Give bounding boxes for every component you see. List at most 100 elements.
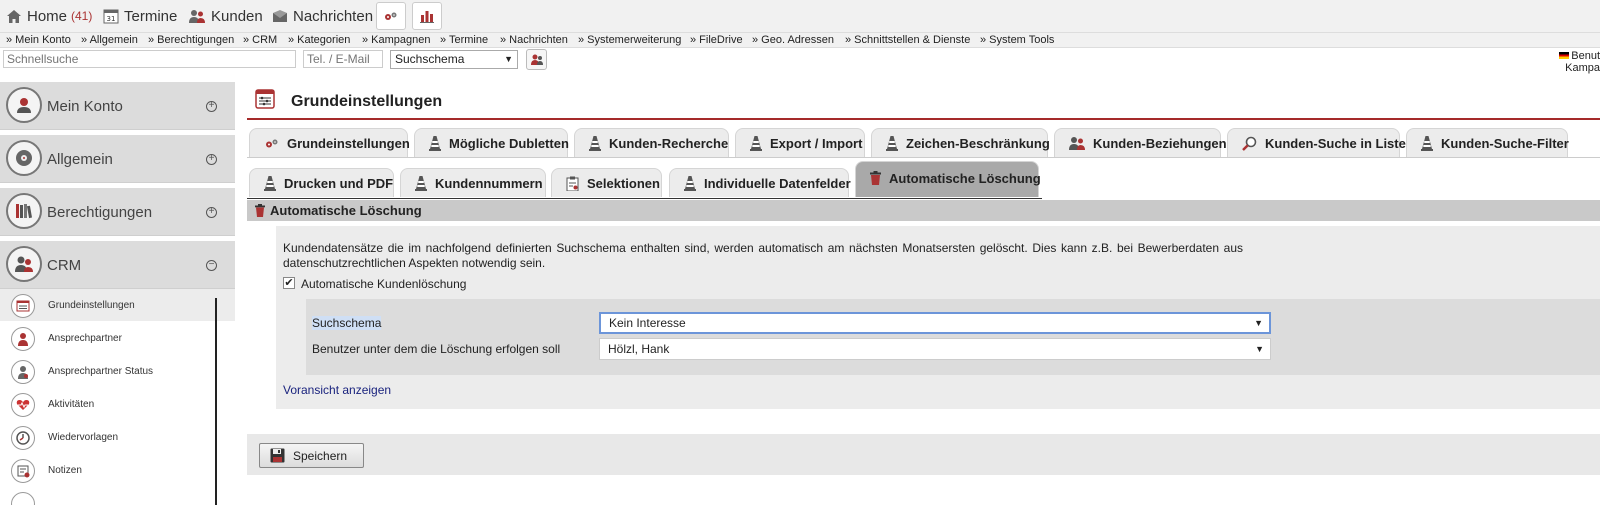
sidebar: Mein Konto + Allgemein + Berechtigungen … (0, 80, 236, 505)
sidebar-group-crm[interactable]: CRM − (0, 241, 235, 289)
phone-email-search-input[interactable] (303, 50, 383, 68)
clipboard-icon (566, 176, 579, 191)
tab-label: Drucken und PDF (284, 175, 394, 191)
sidebar-item-notizen[interactable]: Notizen (0, 454, 235, 486)
sidebar-group-allgemein[interactable]: Allgemein + (0, 135, 235, 183)
deletion-user-dropdown[interactable]: Hölzl, Hank ▼ (599, 338, 1271, 360)
sidebar-item-wiedervorlagen[interactable]: Wiedervorlagen (0, 421, 235, 453)
tab-kunden-suche-in-liste[interactable]: Kunden-Suche in Liste (1227, 128, 1406, 157)
menu-kampagnen[interactable]: » Kampagnen (362, 33, 431, 47)
search-schema-dropdown-value: Kein Interesse (609, 316, 686, 330)
statistics-shortcut-button[interactable] (412, 2, 442, 30)
users-icon (530, 54, 543, 65)
tab-label: Kunden-Beziehungen (1093, 135, 1227, 151)
sidebar-group-mein-konto[interactable]: Mein Konto + (0, 82, 235, 130)
expand-icon[interactable]: + (206, 154, 217, 165)
sidebar-group-label: Mein Konto (47, 98, 123, 115)
sidebar-item-label: Ansprechpartner Status (48, 366, 154, 377)
settings-shortcut-button[interactable] (376, 2, 406, 30)
tab-label: Individuelle Datenfelder (704, 175, 851, 191)
tab-drucken-und-pdf[interactable]: Drucken und PDF (249, 168, 394, 197)
magnifier-icon (1242, 136, 1257, 151)
save-button-label: Speichern (293, 448, 348, 463)
auto-delete-checkbox[interactable]: ✔ (283, 277, 295, 289)
tab-label: Kunden-Recherche (609, 135, 729, 151)
menu-schnittstellen[interactable]: » Schnittstellen & Dienste (845, 33, 970, 47)
nav-kunden-label: Kunden (211, 7, 263, 25)
quick-search-input[interactable] (3, 50, 296, 68)
tab-individuelle-datenfelder[interactable]: Individuelle Datenfelder (669, 168, 851, 197)
nav-termine-label: Termine (124, 7, 178, 25)
menu-filedrive[interactable]: » FileDrive (690, 33, 743, 47)
section-title: Automatische Löschung (270, 203, 422, 218)
tab-automatische-loeschung[interactable]: Automatische Löschung (855, 161, 1041, 197)
gears-icon (266, 139, 278, 147)
svg-text:31: 31 (107, 15, 116, 23)
tab-grundeinstellungen[interactable]: Grundeinstellungen (249, 128, 410, 157)
tab-kunden-beziehungen[interactable]: Kunden-Beziehungen (1054, 128, 1227, 157)
collapse-icon[interactable]: − (206, 260, 217, 271)
traffic-cone-icon (429, 135, 441, 151)
sidebar-item-ansprechpartner-status[interactable]: Ansprechpartner Status (0, 355, 235, 387)
sidebar-item-partial[interactable] (0, 487, 235, 505)
tab-zeichen-beschraenkung[interactable]: Zeichen-Beschränkung (871, 128, 1050, 157)
trash-icon (255, 204, 265, 217)
tab-moegliche-dubletten[interactable]: Mögliche Dubletten (414, 128, 569, 157)
menu-mein-konto[interactable]: » Mein Konto (6, 33, 71, 47)
top-navigation: Home (41) 31 Termine Kunden Nachrichten (0, 0, 1600, 33)
menu-geo-adressen[interactable]: » Geo. Adressen (752, 33, 834, 47)
sidebar-group-berechtigungen[interactable]: Berechtigungen + (0, 188, 235, 236)
menu-kategorien[interactable]: » Kategorien (288, 33, 350, 47)
menu-termine[interactable]: » Termine (440, 33, 488, 47)
menu-systemerweiterung[interactable]: » Systemerweiterung (578, 33, 681, 47)
sidebar-item-label: Ansprechpartner (48, 333, 122, 344)
preview-link[interactable]: Voransicht anzeigen (283, 383, 391, 397)
contact-person-icon (11, 327, 35, 351)
heartbeat-icon (11, 393, 35, 417)
nav-home[interactable]: Home (41) (6, 0, 92, 32)
traffic-cone-icon (1421, 135, 1433, 151)
menu-nachrichten[interactable]: » Nachrichten (500, 33, 568, 47)
page-header: Grundeinstellungen (247, 80, 1600, 120)
deletion-user-label: Benutzer unter dem die Löschung erfolgen… (312, 342, 561, 356)
auto-delete-checkbox-label[interactable]: Automatische Kundenlöschung (301, 277, 466, 291)
sidebar-item-aktivitaeten[interactable]: Aktivitäten (0, 388, 235, 420)
nav-kunden[interactable]: Kunden (188, 0, 263, 32)
tab-kunden-recherche[interactable]: Kunden-Recherche (574, 128, 729, 157)
tab-kundennummern[interactable]: Kundennummern (400, 168, 546, 197)
dropdown-arrow-icon: ▼ (1254, 318, 1263, 328)
users-icon (6, 246, 42, 282)
tab-label: Mögliche Dubletten (449, 135, 569, 151)
form-fields-panel: Suchschema Kein Interesse ▼ Benutzer unt… (306, 299, 1600, 375)
menu-crm[interactable]: » CRM (243, 33, 277, 47)
disc-icon (6, 140, 42, 176)
users-icon (189, 9, 205, 23)
sidebar-item-grundeinstellungen[interactable]: Grundeinstellungen (0, 289, 235, 321)
save-button[interactable]: Speichern (259, 443, 364, 468)
tab-export-import[interactable]: Export / Import (735, 128, 865, 157)
tab-label: Selektionen (587, 175, 660, 191)
traffic-cone-icon (750, 135, 762, 151)
menu-berechtigungen[interactable]: » Berechtigungen (148, 33, 234, 47)
sidebar-item-ansprechpartner[interactable]: Ansprechpartner (0, 322, 235, 354)
search-schema-dropdown[interactable]: Kein Interesse ▼ (599, 312, 1271, 334)
dropdown-arrow-icon: ▼ (504, 54, 513, 64)
search-schema-select[interactable]: Suchschema ▼ (390, 50, 518, 69)
save-bar: Speichern (247, 434, 1600, 475)
nav-nachrichten[interactable]: Nachrichten (272, 0, 373, 32)
nav-termine[interactable]: 31 Termine (103, 0, 177, 32)
expand-icon[interactable]: + (206, 101, 217, 112)
tab-kunden-suche-filter[interactable]: Kunden-Suche-Filter (1406, 128, 1569, 157)
expand-icon[interactable]: + (206, 207, 217, 218)
tab-row-underline (247, 198, 1042, 199)
tab-label: Kunden-Suche-Filter (1441, 135, 1569, 151)
traffic-cone-icon (264, 175, 276, 191)
item-icon (11, 492, 35, 505)
settings-panel-icon (11, 294, 35, 318)
tab-selektionen[interactable]: Selektionen (551, 168, 662, 197)
sidebar-divider (215, 298, 217, 505)
customer-search-button[interactable] (526, 49, 547, 70)
menu-allgemein[interactable]: » Allgemein (81, 33, 138, 47)
traffic-cone-icon (886, 135, 898, 151)
menu-system-tools[interactable]: » System Tools (980, 33, 1054, 47)
